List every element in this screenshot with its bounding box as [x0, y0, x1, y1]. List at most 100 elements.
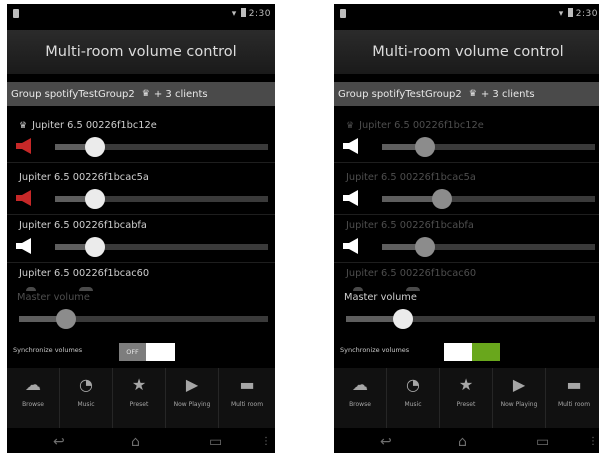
nav-now-playing[interactable]: ▶ Now Playing: [166, 368, 219, 428]
battery-icon: [567, 8, 573, 17]
nav-music[interactable]: ◔ Music: [60, 368, 113, 428]
client-name: Jupiter 6.5 00226f1bcac60: [19, 268, 150, 279]
nav-preset[interactable]: ★ Preset: [113, 368, 166, 428]
app-title: Multi-room volume control: [334, 30, 599, 74]
sync-toggle[interactable]: [444, 343, 500, 361]
sofa-icon: ▬: [239, 375, 255, 394]
speaker-icon[interactable]: [26, 287, 36, 291]
clock-icon: ◔: [79, 375, 93, 394]
clock: 2:30: [575, 9, 598, 19]
group-client-count: + 3 clients: [153, 88, 208, 100]
master-volume-slider[interactable]: [346, 316, 595, 322]
speaker-icon[interactable]: [343, 190, 365, 206]
master-volume-knob[interactable]: [393, 309, 414, 329]
crown-icon: ♛: [346, 121, 355, 131]
client-name: Jupiter 6.5 00226f1bcabfa: [346, 220, 474, 231]
volume-knob[interactable]: [85, 137, 106, 157]
system-nav-bar: ↩ ⌂ ▭ ⋮: [334, 432, 599, 453]
client-name: Jupiter 6.5 00226f1bcac5a: [346, 172, 476, 183]
battery-icon: [240, 8, 246, 17]
wifi-icon: ▾: [231, 9, 237, 19]
app-title: Multi-room volume control: [7, 30, 275, 74]
back-icon[interactable]: ↩: [380, 434, 392, 450]
nav-now-playing[interactable]: ▶ Now Playing: [493, 368, 546, 428]
status-bar: ▾ 2:30: [7, 4, 275, 26]
speaker-icon[interactable]: [353, 287, 363, 291]
star-icon: ★: [458, 375, 474, 394]
master-volume-label: Master volume: [344, 292, 417, 303]
notification-icon: [13, 9, 19, 18]
cloud-icon: ☁: [25, 375, 41, 394]
group-name: Group spotifyTestGroup2: [11, 88, 135, 100]
phone-screen-right: ▾ 2:30 Multi-room volume control Group sp…: [334, 4, 599, 453]
nav-browse[interactable]: ☁ Browse: [334, 368, 387, 428]
sofa-icon: ▬: [566, 375, 582, 394]
nav-multi-room[interactable]: ▬ Multi room: [219, 368, 275, 428]
crown-icon: ♛: [19, 121, 28, 131]
client-name: Jupiter 6.5 00226f1bc12e: [359, 120, 484, 131]
group-client-count: + 3 clients: [480, 88, 535, 100]
client-name: Jupiter 6.5 00226f1bcac60: [346, 268, 477, 279]
volume-knob[interactable]: [406, 287, 420, 291]
volume-knob[interactable]: [85, 189, 106, 209]
volume-slider[interactable]: [382, 196, 595, 202]
client-row: Jupiter 6.5 00226f1bcac60: [7, 266, 275, 294]
speaker-icon[interactable]: [16, 238, 38, 254]
volume-knob[interactable]: [85, 237, 106, 257]
speaker-icon[interactable]: [343, 138, 365, 154]
sync-toggle[interactable]: OFF: [119, 343, 175, 361]
sync-row: Synchronize volumes: [334, 341, 599, 361]
volume-slider[interactable]: [382, 144, 595, 150]
client-name: Jupiter 6.5 00226f1bcabfa: [19, 220, 147, 231]
speaker-icon[interactable]: [343, 238, 365, 254]
volume-knob[interactable]: [431, 189, 452, 209]
group-name: Group spotifyTestGroup2: [338, 88, 462, 100]
sync-toggle-on-indicator: [472, 343, 500, 361]
sync-label: Synchronize volumes: [13, 346, 83, 354]
volume-knob[interactable]: [79, 287, 93, 291]
client-row: Jupiter 6.5 00226f1bcabfa: [334, 218, 599, 263]
speaker-icon[interactable]: [16, 190, 38, 206]
master-volume-label: Master volume: [17, 292, 90, 303]
clock-icon: ◔: [406, 375, 420, 394]
sync-toggle-off-label: OFF: [119, 343, 146, 361]
menu-icon[interactable]: ⋮: [261, 436, 271, 447]
recents-icon[interactable]: ▭: [536, 434, 549, 450]
bottom-nav: ☁ Browse ◔ Music ★ Preset ▶ Now Playing ▬ Mul…: [334, 368, 599, 428]
nav-preset[interactable]: ★ Preset: [440, 368, 493, 428]
sync-label: Synchronize volumes: [340, 346, 410, 354]
client-row: ♛ Jupiter 6.5 00226f1bc12e: [334, 118, 599, 163]
client-row: Jupiter 6.5 00226f1bcabfa: [7, 218, 275, 263]
master-volume: Master volume: [7, 292, 275, 338]
star-icon: ★: [131, 375, 147, 394]
recents-icon[interactable]: ▭: [209, 434, 222, 450]
crown-icon: ♛: [468, 89, 477, 99]
phone-screen-left: ▾ 2:30 Multi-room volume control Group sp…: [7, 4, 275, 453]
nav-multi-room[interactable]: ▬ Multi room: [546, 368, 599, 428]
speaker-icon[interactable]: [16, 138, 38, 154]
master-volume-knob[interactable]: [56, 309, 77, 329]
clock: 2:30: [248, 9, 271, 19]
menu-icon[interactable]: ⋮: [588, 436, 598, 447]
wifi-icon: ▾: [558, 9, 564, 19]
play-icon: ▶: [185, 375, 199, 394]
nav-browse[interactable]: ☁ Browse: [7, 368, 60, 428]
home-icon[interactable]: ⌂: [131, 434, 140, 450]
home-icon[interactable]: ⌂: [458, 434, 467, 450]
volume-slider[interactable]: [382, 244, 595, 250]
back-icon[interactable]: ↩: [53, 434, 65, 450]
crown-icon: ♛: [141, 89, 150, 99]
master-volume: Master volume: [334, 292, 599, 338]
client-row: ♛ Jupiter 6.5 00226f1bc12e: [7, 118, 275, 163]
system-nav-bar: ↩ ⌂ ▭ ⋮: [7, 432, 275, 453]
group-bar[interactable]: Group spotifyTestGroup2 ♛ + 3 clients: [334, 82, 599, 106]
bottom-nav: ☁ Browse ◔ Music ★ Preset ▶ Now Playing ▬ Mul…: [7, 368, 275, 428]
nav-music[interactable]: ◔ Music: [387, 368, 440, 428]
notification-icon: [340, 9, 346, 18]
volume-knob[interactable]: [414, 137, 435, 157]
status-bar: ▾ 2:30: [334, 4, 599, 26]
client-row: Jupiter 6.5 00226f1bcac5a: [7, 170, 275, 215]
volume-knob[interactable]: [414, 237, 435, 257]
group-bar[interactable]: Group spotifyTestGroup2 ♛ + 3 clients: [7, 82, 275, 106]
cloud-icon: ☁: [352, 375, 368, 394]
